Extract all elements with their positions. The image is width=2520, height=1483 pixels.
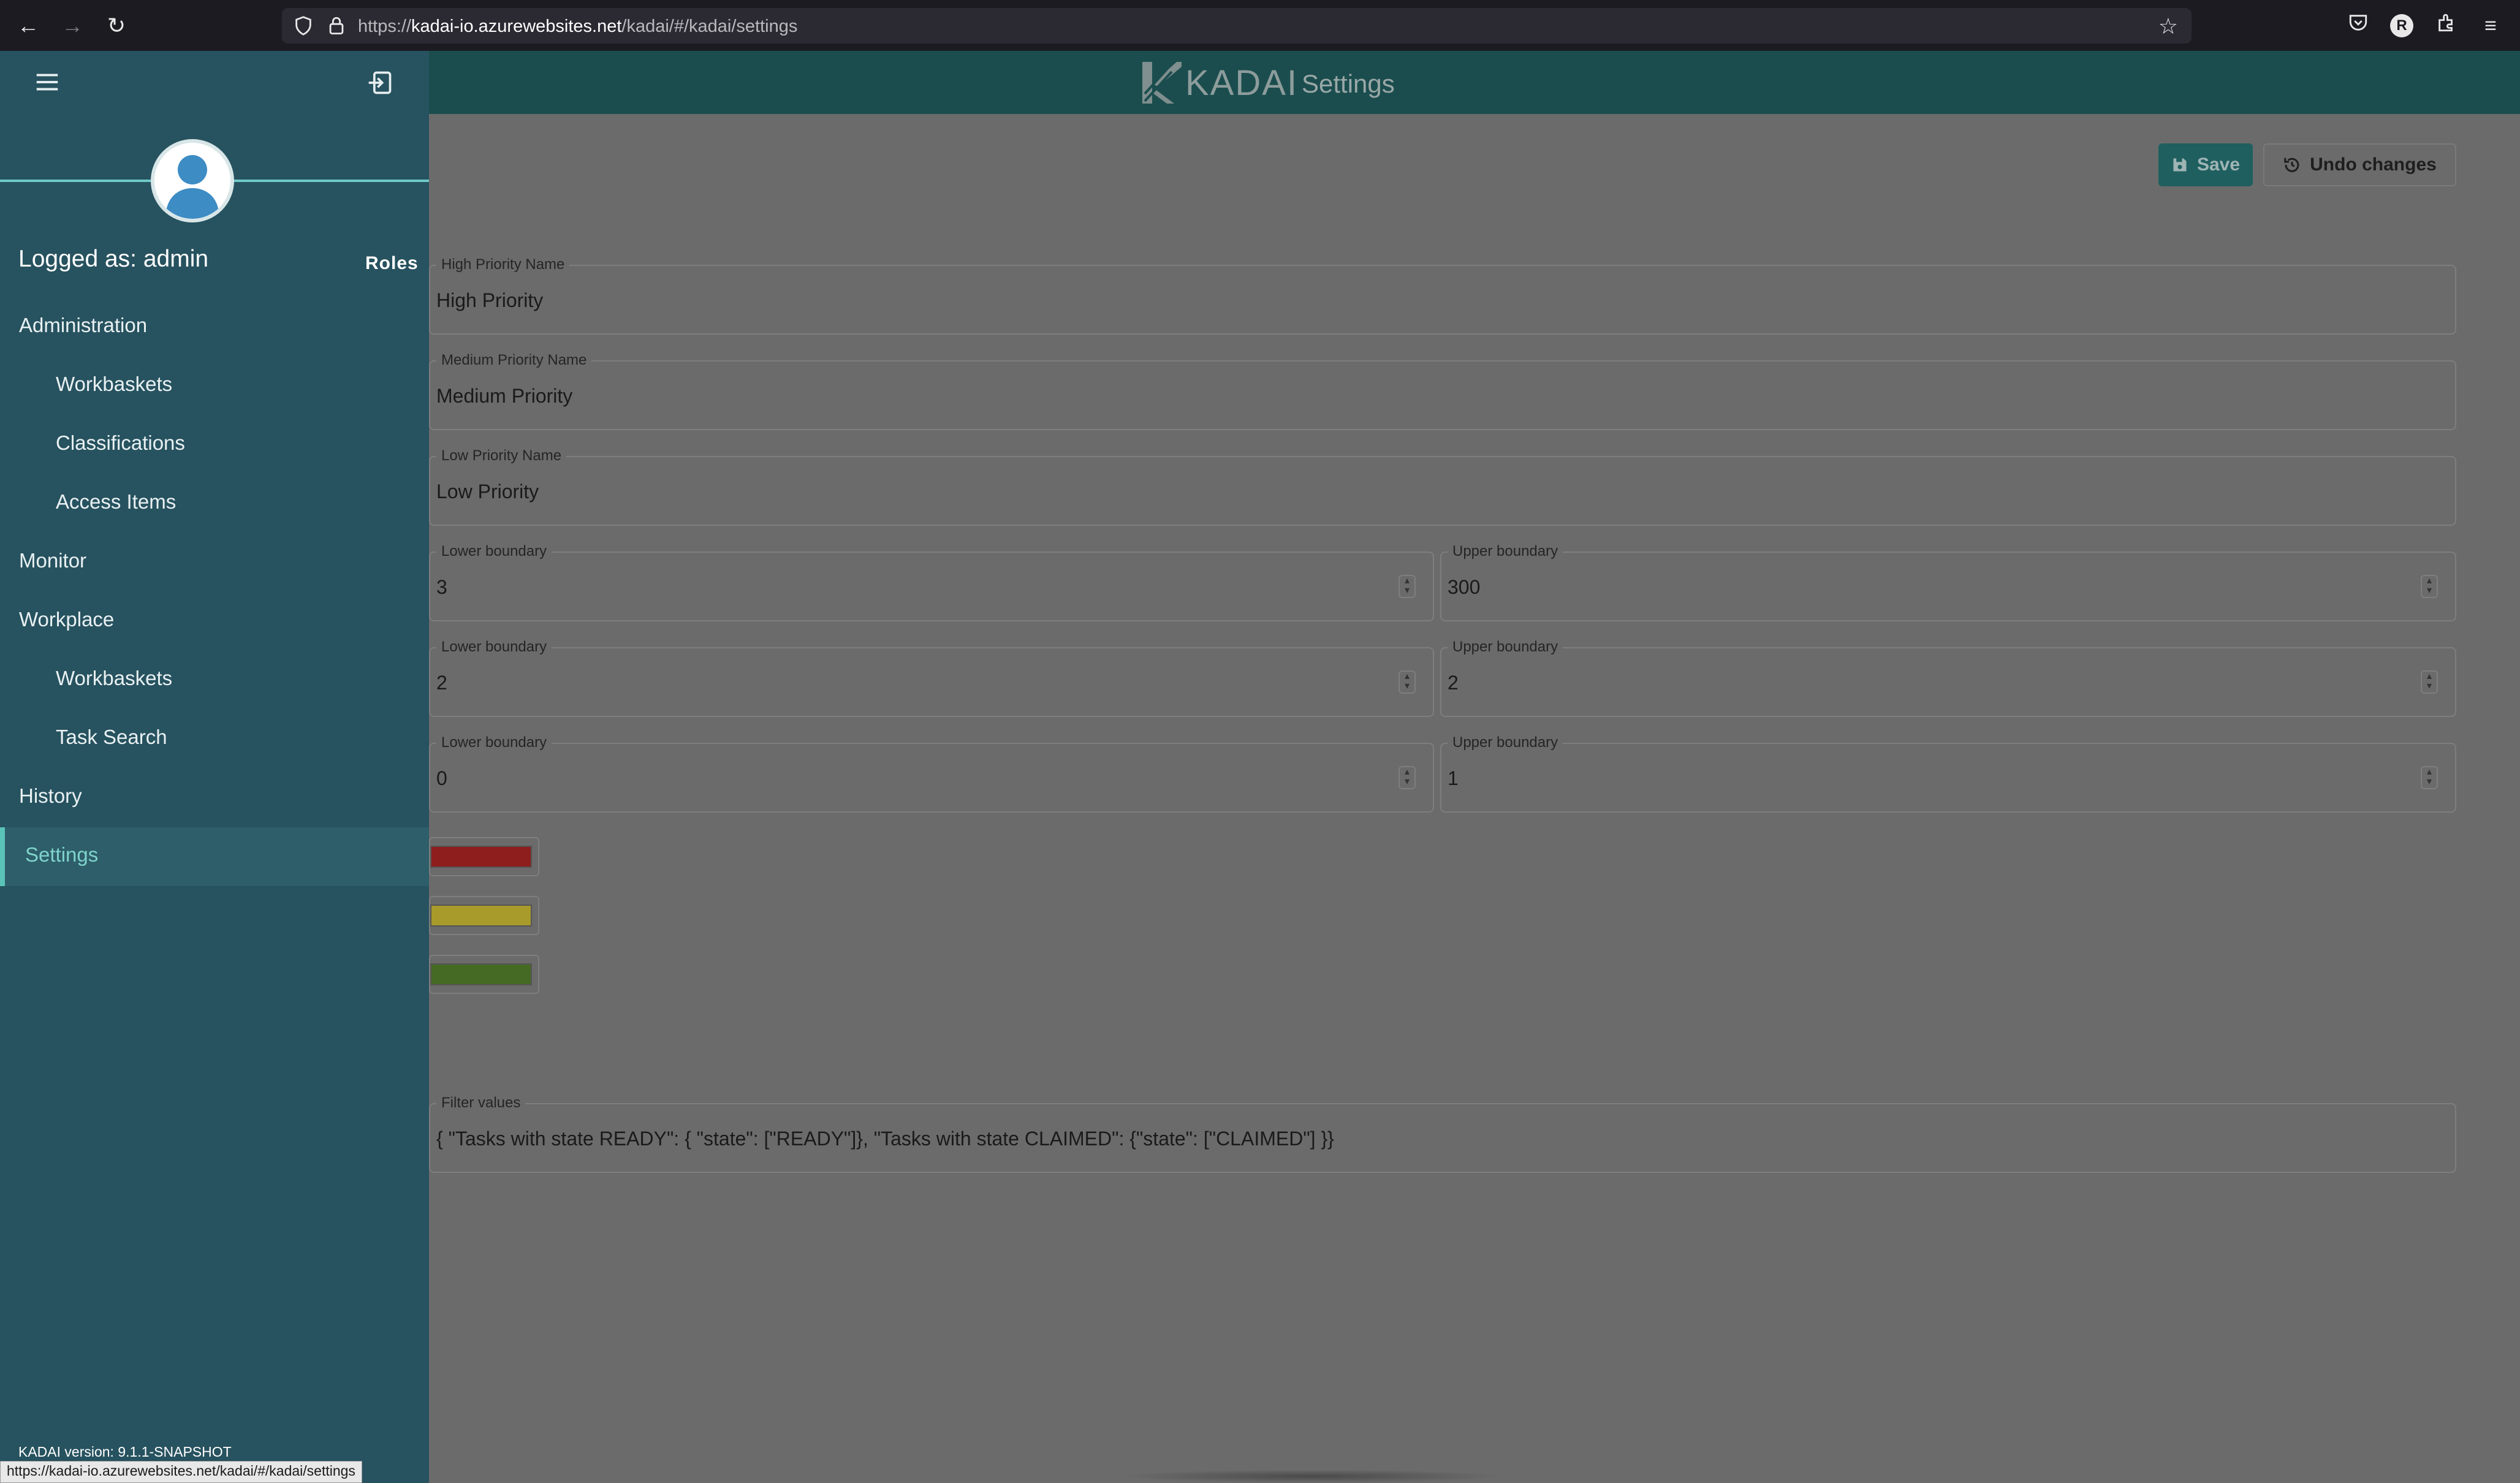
nav-item-settings[interactable]: Settings (25, 843, 98, 867)
high-lower-boundary-field[interactable]: Lower boundary 3 ▴ ▾ (429, 543, 1434, 621)
number-stepper[interactable]: ▴ ▾ (2421, 575, 2438, 598)
settings-panel: Save Undo changes High Priority Name Hig… (429, 114, 2520, 1483)
url-prefix: https:// (358, 17, 412, 36)
nav-item-workplace-workbaskets[interactable]: Workbaskets (56, 667, 172, 690)
field-label: Upper boundary (1448, 639, 1563, 656)
browser-toolbar: ← → ↻ https://kadai-io.azurewebsites.net… (0, 0, 2520, 51)
low-lower-boundary-field[interactable]: Lower boundary 0 ▴ ▾ (429, 734, 1434, 813)
avatar (151, 139, 234, 222)
field-value: Medium Priority (436, 385, 573, 407)
number-stepper[interactable]: ▴ ▾ (2421, 670, 2438, 694)
filter-values-field[interactable]: Filter values { "Tasks with state READY"… (429, 1094, 2456, 1173)
save-icon (2173, 158, 2187, 172)
field-label: Lower boundary (436, 543, 552, 560)
url-host: kadai-io.azurewebsites.net (411, 17, 622, 36)
nav-item-classifications[interactable]: Classifications (56, 431, 185, 455)
url-text[interactable]: https://kadai-io.azurewebsites.net/kadai… (358, 17, 797, 37)
field-value: 3 (436, 576, 447, 598)
lock-icon[interactable] (326, 15, 347, 36)
field-label: High Priority Name (436, 256, 570, 273)
hamburger-menu-icon[interactable] (33, 68, 61, 103)
shield-icon[interactable] (293, 15, 314, 36)
kadai-logo[interactable]: KADAI (1140, 59, 1298, 106)
field-value: 300 (1448, 576, 1481, 598)
medium-lower-boundary-field[interactable]: Lower boundary 2 ▴ ▾ (429, 639, 1434, 717)
low-priority-name-field[interactable]: Low Priority Name Low Priority (429, 447, 2456, 526)
extensions-icon[interactable] (2433, 12, 2460, 39)
medium-priority-color-picker[interactable] (429, 896, 539, 935)
high-priority-name-field[interactable]: High Priority Name High Priority (429, 256, 2456, 335)
page-title: Settings (1302, 69, 1395, 98)
save-label: Save (2196, 154, 2241, 175)
status-bar-url: https://kadai-io.azurewebsites.net/kadai… (0, 1461, 362, 1483)
active-nav-indicator (0, 827, 5, 886)
medium-upper-boundary-field[interactable]: Upper boundary 2 ▴ ▾ (1440, 639, 2456, 717)
field-label: Lower boundary (436, 639, 552, 656)
field-value: { "Tasks with state READY": { "state": [… (436, 1128, 1334, 1150)
color-swatch-high (430, 846, 532, 868)
undo-changes-button[interactable]: Undo changes (2263, 143, 2456, 186)
bookmark-star-icon[interactable]: ☆ (2158, 13, 2178, 39)
field-value: Low Priority (436, 480, 539, 503)
profile-avatar[interactable]: R (2390, 14, 2413, 37)
field-value: High Priority (436, 289, 544, 311)
reload-icon[interactable]: ↻ (102, 11, 131, 40)
logo-text: KADAI (1185, 63, 1299, 103)
undo-label: Undo changes (2310, 154, 2437, 175)
scroll-shadow (1121, 1470, 1501, 1483)
history-icon (2284, 157, 2299, 172)
high-upper-boundary-field[interactable]: Upper boundary 300 ▴ ▾ (1440, 543, 2456, 621)
sidebar: Logged as: admin Roles Administration Wo… (0, 51, 429, 1483)
url-path: /kadai/#/kadai/settings (621, 17, 798, 36)
logout-icon[interactable] (366, 69, 393, 103)
save-button[interactable]: Save (2158, 143, 2253, 186)
number-stepper[interactable]: ▴ ▾ (1399, 670, 1416, 694)
number-stepper[interactable]: ▴ ▾ (1399, 575, 1416, 598)
low-upper-boundary-field[interactable]: Upper boundary 1 ▴ ▾ (1440, 734, 2456, 813)
field-value: 2 (436, 672, 447, 694)
back-icon[interactable]: ← (13, 11, 43, 40)
nav-item-monitor[interactable]: Monitor (19, 549, 86, 572)
pocket-icon[interactable] (2345, 12, 2372, 39)
nav-item-admin-workbaskets[interactable]: Workbaskets (56, 373, 172, 396)
logged-in-user: Logged as: admin (18, 246, 209, 272)
field-value: 2 (1448, 672, 1459, 694)
number-stepper[interactable]: ▴ ▾ (2421, 766, 2438, 789)
field-label: Lower boundary (436, 734, 552, 751)
nav-item-access-items[interactable]: Access Items (56, 490, 176, 514)
field-label: Upper boundary (1448, 734, 1563, 751)
nav-item-workplace[interactable]: Workplace (19, 608, 114, 631)
forward-icon[interactable]: → (58, 11, 87, 40)
medium-priority-name-field[interactable]: Medium Priority Name Medium Priority (429, 352, 2456, 430)
nav-item-administration[interactable]: Administration (19, 314, 147, 337)
kadai-logo-icon (1142, 62, 1182, 104)
low-priority-color-picker[interactable] (429, 955, 539, 994)
address-bar[interactable]: https://kadai-io.azurewebsites.net/kadai… (282, 8, 2192, 44)
version-label: KADAI version: 9.1.1-SNAPSHOT (18, 1444, 232, 1460)
field-label: Medium Priority Name (436, 352, 592, 369)
field-value: 0 (436, 767, 447, 789)
field-label: Low Priority Name (436, 447, 567, 465)
app-header: KADAI Settings (429, 51, 2520, 114)
color-swatch-low (430, 963, 532, 985)
field-value: 1 (1448, 767, 1459, 789)
menu-icon[interactable]: ≡ (2477, 12, 2504, 39)
field-label: Filter values (436, 1094, 526, 1112)
color-swatch-medium (430, 905, 532, 927)
user-avatar-icon (165, 155, 219, 219)
nav-item-history[interactable]: History (19, 784, 82, 808)
field-label: Upper boundary (1448, 543, 1563, 560)
roles-button[interactable]: Roles (365, 253, 419, 274)
number-stepper[interactable]: ▴ ▾ (1399, 766, 1416, 789)
nav-item-task-search[interactable]: Task Search (56, 726, 167, 749)
high-priority-color-picker[interactable] (429, 837, 539, 876)
